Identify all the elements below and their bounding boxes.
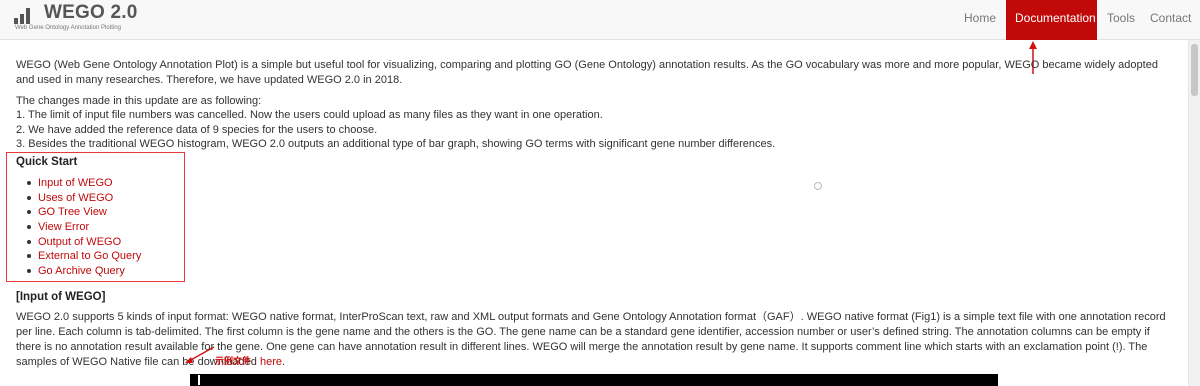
page-scrollbar[interactable] [1188, 40, 1200, 386]
nav-contact[interactable]: Contact [1145, 0, 1200, 40]
change-item-3: 3. Besides the traditional WEGO histogra… [16, 138, 776, 150]
main-nav: Home Documentation Tools Contact [954, 0, 1200, 40]
bullet-icon [27, 269, 31, 274]
brand-title: WEGO 2.0 [44, 2, 138, 23]
scrollbar-thumb[interactable] [1191, 44, 1198, 96]
changes-intro: The changes made in this update are as f… [16, 95, 262, 107]
list-item: Output of WEGO [24, 235, 141, 250]
list-item: Uses of WEGO [24, 191, 141, 206]
nav-documentation[interactable]: Documentation [1006, 0, 1097, 40]
list-item: External to Go Query [24, 249, 141, 264]
bar-chart-icon [14, 8, 36, 24]
quick-start-title: Quick Start [16, 156, 78, 168]
nav-tools[interactable]: Tools [1097, 0, 1145, 40]
small-circle-marker [814, 182, 822, 190]
change-item-2: 2. We have added the reference data of 9… [16, 124, 378, 136]
quick-start-link-external[interactable]: External to Go Query [38, 250, 141, 262]
quick-start-link-tree[interactable]: GO Tree View [38, 206, 107, 218]
quick-start-link-output[interactable]: Output of WEGO [38, 236, 121, 248]
quick-start-link-error[interactable]: View Error [38, 221, 89, 233]
list-item: GO Tree View [24, 205, 141, 220]
annotation-arrow-here [185, 346, 215, 363]
bullet-icon [27, 195, 31, 200]
bullet-icon [27, 254, 31, 259]
list-item: Go Archive Query [24, 264, 141, 279]
bullet-icon [27, 239, 31, 244]
nav-home[interactable]: Home [954, 0, 1006, 40]
top-navbar: WEGO 2.0 Web Gene Ontology Annotation Pl… [0, 0, 1200, 40]
quick-start-link-uses[interactable]: Uses of WEGO [38, 192, 113, 204]
list-item: Input of WEGO [24, 176, 141, 191]
quick-start-link-input[interactable]: Input of WEGO [38, 177, 113, 189]
bullet-icon [27, 225, 31, 230]
text-cursor-marker [198, 375, 200, 385]
quick-start-link-archive[interactable]: Go Archive Query [38, 265, 125, 277]
section-title-input: [Input of WEGO] [16, 291, 106, 303]
list-item: View Error [24, 220, 141, 235]
quick-start-list: Input of WEGO Uses of WEGO GO Tree View … [24, 176, 141, 279]
input-section-trailing: . [282, 356, 286, 368]
bullet-icon [27, 210, 31, 215]
change-item-1: 1. The limit of input file numbers was c… [16, 109, 603, 121]
intro-paragraph: WEGO (Web Gene Ontology Annotation Plot)… [16, 59, 1158, 86]
download-here-link[interactable]: here [260, 356, 282, 368]
annotation-label: 示例文件 [215, 356, 252, 366]
bullet-icon [27, 181, 31, 185]
brand-subtitle: Web Gene Ontology Annotation Plotting [15, 25, 121, 31]
figure-image-panel [190, 374, 998, 386]
